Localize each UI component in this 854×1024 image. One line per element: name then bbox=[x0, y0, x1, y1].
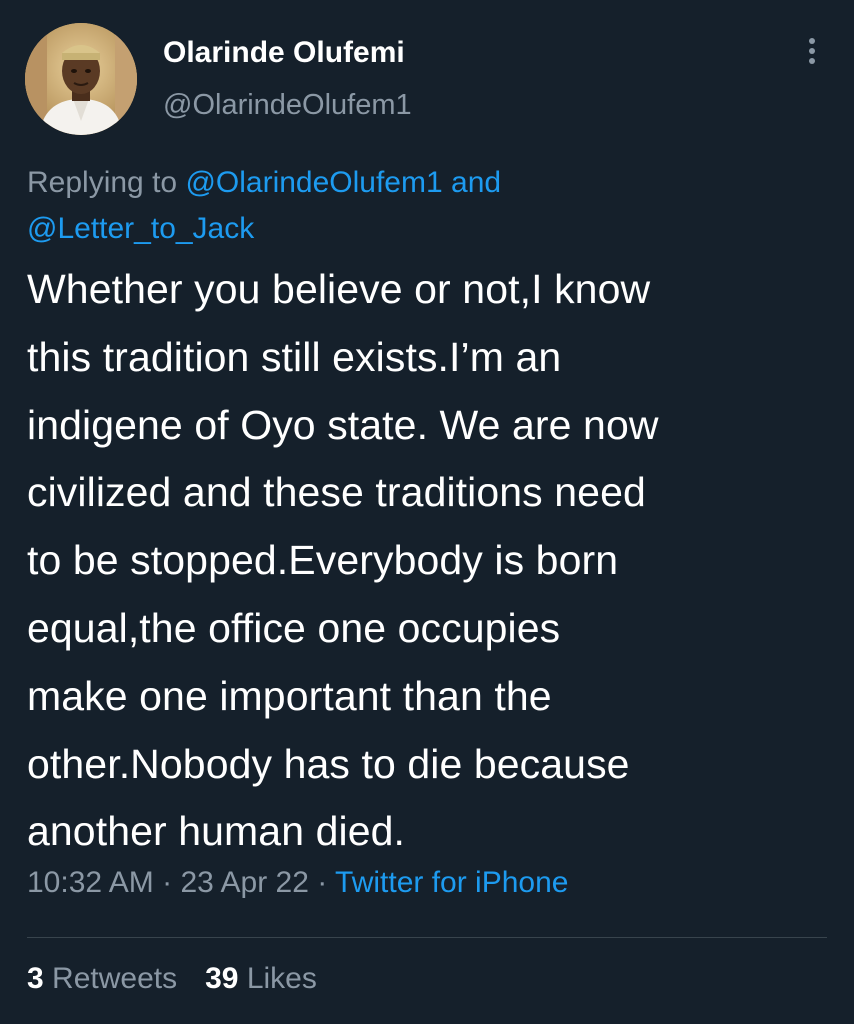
tweet-text-line: other.Nobody has to die because bbox=[27, 740, 630, 787]
tweet-text-line: Whether you believe or not,I know bbox=[27, 266, 651, 312]
tweet-text-line: indigene of Oyo state. We are now bbox=[27, 401, 659, 448]
tweet-source-link[interactable]: Twitter for iPhone bbox=[335, 866, 568, 899]
tweet-text-line: another human died. bbox=[27, 808, 406, 855]
replying-to: Replying to @OlarindeOlufem1 and @Letter… bbox=[27, 160, 827, 252]
retweets-label: Retweets bbox=[52, 962, 178, 995]
meta-separator: · bbox=[162, 866, 173, 899]
likes-label: Likes bbox=[246, 962, 317, 995]
avatar[interactable] bbox=[25, 23, 137, 135]
retweets-count: 3 bbox=[27, 962, 44, 995]
likes-count: 39 bbox=[205, 962, 239, 995]
more-vertical-icon[interactable] bbox=[800, 38, 824, 78]
replying-to-label: Replying to bbox=[27, 166, 178, 199]
reply-mention-link[interactable]: @OlarindeOlufem1 bbox=[185, 166, 442, 199]
tweet-meta: 10:32 AM · 23 Apr 22 · Twitter for iPhon… bbox=[27, 866, 568, 900]
tweet-text-line: this tradition still exists.I’m an bbox=[27, 333, 562, 380]
retweets-stat[interactable]: 3 Retweets bbox=[27, 962, 177, 995]
tweet-text-line: civilized and these traditions need bbox=[27, 469, 646, 516]
author-handle[interactable]: @OlarindeOlufem1 bbox=[163, 89, 412, 122]
tweet-text-line: equal,the office one occupies bbox=[27, 604, 561, 651]
tweet-text-line: make one important than the bbox=[27, 672, 552, 719]
more-dot bbox=[809, 58, 815, 64]
likes-stat[interactable]: 39 Likes bbox=[205, 962, 317, 995]
tweet-date[interactable]: 23 Apr 22 bbox=[180, 866, 308, 899]
tweet-stats: 3 Retweets 39 Likes bbox=[27, 962, 317, 996]
avatar-image bbox=[25, 23, 137, 135]
tweet-time[interactable]: 10:32 AM bbox=[27, 866, 154, 899]
author-display-name[interactable]: Olarinde Olufemi bbox=[163, 36, 405, 70]
divider bbox=[27, 937, 827, 938]
tweet-text: Whether you believe or not,I know this t… bbox=[27, 256, 837, 866]
meta-separator: · bbox=[317, 866, 328, 899]
tweet-detail: Olarinde Olufemi @OlarindeOlufem1 Replyi… bbox=[0, 0, 854, 1024]
tweet-text-line: to be stopped.Everybody is born bbox=[27, 537, 619, 584]
more-dot bbox=[809, 38, 815, 44]
more-dot bbox=[809, 48, 815, 54]
reply-conjunction: and bbox=[451, 166, 502, 199]
reply-mention-link[interactable]: @Letter_to_Jack bbox=[27, 212, 254, 245]
